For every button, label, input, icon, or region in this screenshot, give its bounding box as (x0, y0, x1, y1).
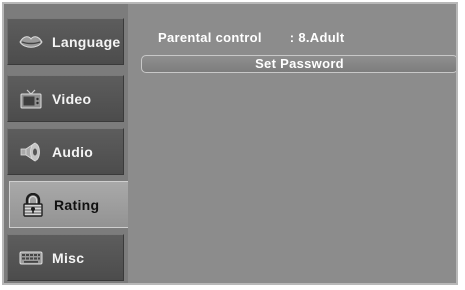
sidebar-item-label: Rating (54, 196, 100, 213)
sidebar-item-label: Video (52, 90, 92, 107)
sidebar-item-label: Language (52, 33, 121, 50)
keyboard-icon (18, 247, 44, 269)
set-password-button[interactable]: Set Password (141, 55, 456, 73)
sidebar-item-video[interactable]: Video (7, 75, 124, 122)
sidebar-item-label: Audio (52, 143, 94, 160)
rating-panel: Parental control : 8.Adult Set Password (128, 4, 456, 283)
lips-icon (18, 31, 44, 53)
sidebar-item-misc[interactable]: Misc (7, 234, 124, 281)
sidebar-item-audio[interactable]: Audio (7, 128, 124, 175)
tv-icon (18, 88, 44, 110)
settings-screen: Language Video Audio Rating Misc Parenta… (0, 0, 465, 290)
lock-icon (20, 192, 46, 217)
sidebar-item-label: Misc (52, 249, 85, 266)
sidebar-item-language[interactable]: Language (7, 18, 124, 65)
settings-frame: Language Video Audio Rating Misc Parenta… (2, 2, 458, 285)
parental-control-row[interactable]: Parental control : 8.Adult (158, 30, 344, 45)
sidebar-item-rating[interactable]: Rating (9, 181, 128, 228)
sidebar: Language Video Audio Rating Misc (4, 4, 128, 283)
speaker-icon (18, 141, 44, 163)
parental-control-value: : 8.Adult (289, 30, 345, 45)
parental-control-label: Parental control (158, 30, 262, 45)
